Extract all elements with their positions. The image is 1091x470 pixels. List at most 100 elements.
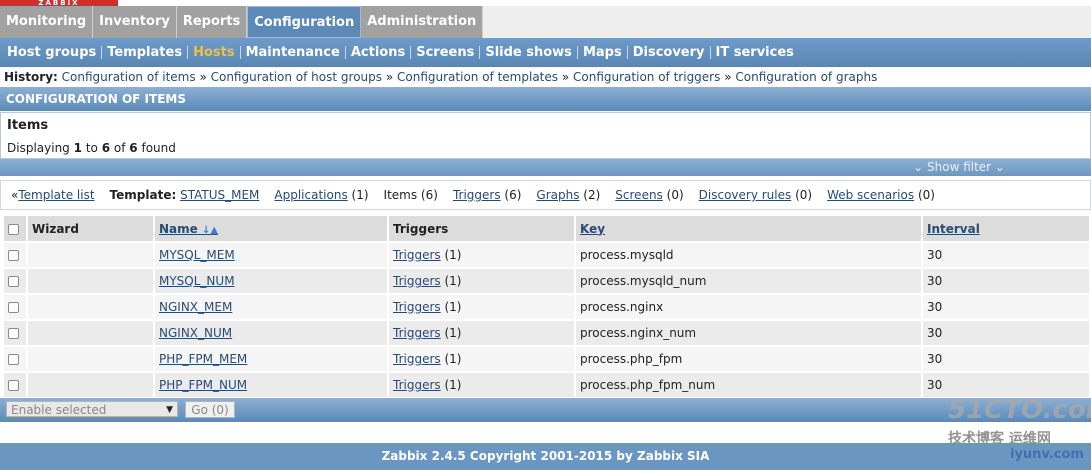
history-separator: » [724, 70, 732, 84]
key-cell: process.nginx_num [576, 321, 921, 347]
subnav-discovery[interactable]: Discovery [628, 45, 710, 60]
subnav-actions[interactable]: Actions [346, 45, 410, 60]
graphs-link[interactable]: Graphs [536, 188, 579, 202]
row-checkbox[interactable] [8, 250, 19, 261]
item-triggers-link[interactable]: Triggers [393, 300, 441, 314]
page-footer: Zabbix 2.4.5 Copyright 2001-2015 by Zabb… [0, 443, 1091, 470]
history-link-host-groups[interactable]: Configuration of host groups [211, 70, 382, 84]
mass-action-select[interactable]: Enable selected ▼ [6, 401, 178, 417]
wizard-cell [28, 269, 153, 295]
row-checkbox[interactable] [8, 276, 19, 287]
displaying-to: 6 [101, 141, 111, 155]
item-name-link[interactable]: NGINX_MEM [159, 300, 232, 314]
wizard-cell [28, 347, 153, 373]
key-cell: process.php_fpm_num [576, 373, 921, 399]
triggers-cell: Triggers (1) [389, 321, 574, 347]
subnav-hosts[interactable]: Hosts [188, 45, 240, 60]
table-row: MYSQL_NUM Triggers (1) process.mysqld_nu… [4, 269, 1089, 295]
row-checkbox[interactable] [8, 380, 19, 391]
triggers-cell: Triggers (1) [389, 295, 574, 321]
triggers-link[interactable]: Triggers [453, 188, 501, 202]
table-row: PHP_FPM_MEM Triggers (1) process.php_fpm… [4, 347, 1089, 373]
item-name-link[interactable]: MYSQL_NUM [159, 274, 235, 288]
row-checkbox[interactable] [8, 302, 19, 313]
screens-link[interactable]: Screens [615, 188, 663, 202]
mass-action-bar: Enable selected ▼ Go (0) [0, 398, 1091, 422]
item-triggers-link[interactable]: Triggers [393, 274, 441, 288]
applications-count: (1) [351, 188, 369, 202]
tab-inventory[interactable]: Inventory [93, 6, 177, 38]
applications-link[interactable]: Applications [274, 188, 347, 202]
item-trigger-count: (1) [444, 326, 462, 340]
web-scenarios-count: (0) [917, 188, 935, 202]
item-triggers-link[interactable]: Triggers [393, 352, 441, 366]
tab-reports[interactable]: Reports [176, 6, 248, 38]
tab-configuration[interactable]: Configuration [247, 6, 362, 38]
web-scenarios-link[interactable]: Web scenarios [827, 188, 914, 202]
select-all-header [4, 216, 26, 243]
template-label: Template: [109, 188, 177, 202]
item-name-link[interactable]: PHP_FPM_MEM [159, 352, 247, 366]
subnav-maintenance[interactable]: Maintenance [241, 45, 345, 60]
dropdown-arrow-icon: ▼ [166, 405, 173, 415]
item-triggers-link[interactable]: Triggers [393, 248, 441, 262]
select-all-checkbox[interactable] [8, 223, 19, 235]
main-navigation: Monitoring Inventory Reports Configurati… [0, 6, 484, 38]
row-checkbox-cell [4, 269, 26, 295]
triggers-cell: Triggers (1) [389, 269, 574, 295]
subnav-maps[interactable]: Maps [578, 45, 627, 60]
history-link-graphs[interactable]: Configuration of graphs [735, 70, 877, 84]
displaying-total: 6 [129, 141, 138, 155]
section-title: CONFIGURATION OF ITEMS [0, 87, 1091, 111]
row-checkbox-cell [4, 373, 26, 399]
subnav-it-services[interactable]: IT services [711, 45, 799, 60]
table-row: MYSQL_MEM Triggers (1) process.mysqld 30 [4, 243, 1089, 269]
displaying-of-word: of [113, 141, 126, 155]
wizard-cell [28, 295, 153, 321]
header-name-label[interactable]: Name [159, 222, 198, 236]
header-wizard: Wizard [28, 216, 153, 243]
subnav-screens[interactable]: Screens [411, 45, 479, 60]
key-cell: process.mysqld_num [576, 269, 921, 295]
history-link-triggers[interactable]: Configuration of triggers [573, 70, 720, 84]
header-key[interactable]: Key [576, 216, 921, 243]
item-trigger-count: (1) [444, 300, 462, 314]
name-cell: MYSQL_MEM [155, 243, 387, 269]
item-trigger-count: (1) [444, 248, 462, 262]
template-list-link[interactable]: Template list [18, 188, 94, 202]
item-name-link[interactable]: MYSQL_MEM [159, 248, 235, 262]
row-checkbox-cell [4, 321, 26, 347]
discovery-rules-link[interactable]: Discovery rules [699, 188, 792, 202]
row-checkbox-cell [4, 243, 26, 269]
displaying-prefix: Displaying [7, 141, 70, 155]
key-cell: process.php_fpm [576, 347, 921, 373]
subnav-host-groups[interactable]: Host groups [2, 45, 101, 60]
subnav-slide-shows[interactable]: Slide shows [480, 45, 577, 60]
subnav-templates[interactable]: Templates [102, 45, 187, 60]
triggers-cell: Triggers (1) [389, 373, 574, 399]
history-link-items[interactable]: Configuration of items [62, 70, 196, 84]
item-triggers-link[interactable]: Triggers [393, 326, 441, 340]
show-filter-toggle[interactable]: ⌄ Show filter ⌄ [0, 159, 1091, 176]
name-cell: PHP_FPM_MEM [155, 347, 387, 373]
interval-cell: 30 [923, 321, 1089, 347]
items-current: Items (6) [383, 188, 438, 202]
triggers-count: (6) [504, 188, 522, 202]
tab-monitoring[interactable]: Monitoring [0, 6, 94, 38]
wizard-cell [28, 243, 153, 269]
row-checkbox[interactable] [8, 328, 19, 339]
row-checkbox-cell [4, 295, 26, 321]
history-separator: » [385, 70, 394, 84]
header-name[interactable]: Name ↓▲ [155, 216, 387, 243]
item-name-link[interactable]: PHP_FPM_NUM [159, 378, 247, 392]
item-triggers-link[interactable]: Triggers [393, 378, 441, 392]
template-name-link[interactable]: STATUS_MEM [180, 188, 259, 202]
go-button[interactable]: Go (0) [185, 401, 235, 418]
header-interval[interactable]: Interval [923, 216, 1089, 243]
row-checkbox[interactable] [8, 354, 19, 365]
item-trigger-count: (1) [444, 352, 462, 366]
item-name-link[interactable]: NGINX_NUM [159, 326, 232, 340]
history-link-templates[interactable]: Configuration of templates [397, 70, 558, 84]
triggers-cell: Triggers (1) [389, 243, 574, 269]
tab-administration[interactable]: Administration [361, 6, 484, 38]
